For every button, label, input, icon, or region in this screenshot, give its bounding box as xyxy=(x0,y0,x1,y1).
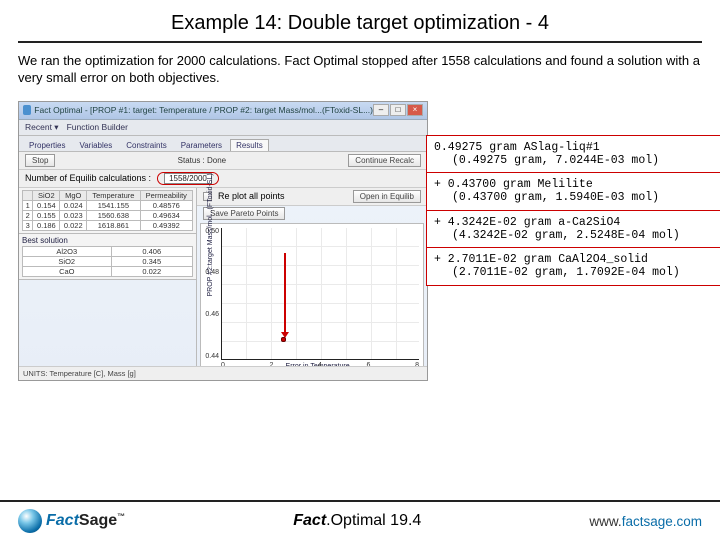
iterations-table: SiO2 MgO Temperature Permeability 10.154… xyxy=(22,190,193,231)
th-mgo: MgO xyxy=(60,190,87,200)
slide-footer: FactSage™ Fact.Optimal 19.4 www.factsage… xyxy=(0,500,720,540)
th-blank xyxy=(23,190,33,200)
menu-function-builder[interactable]: Function Builder xyxy=(67,122,128,132)
left-column: SiO2 MgO Temperature Permeability 10.154… xyxy=(19,188,197,380)
replot-label: Re plot all points xyxy=(218,191,285,201)
tab-constraints[interactable]: Constraints xyxy=(120,139,172,151)
table-row: SiO20.345 xyxy=(23,256,193,266)
solution-header: Best solution xyxy=(22,236,193,245)
app-window: Fact Optimal - [PROP #1: target: Tempera… xyxy=(18,101,428,381)
y-label: PROP #2:target Mass/mol...(FToxid-SL) xyxy=(207,174,214,297)
continue-button[interactable]: Continue Recalc xyxy=(348,154,421,167)
save-pareto-button[interactable]: Save Pareto Points xyxy=(203,207,285,220)
logo-fact: Fact xyxy=(46,512,79,529)
maximize-button[interactable]: □ xyxy=(390,104,406,116)
table-row: 10.1540.0241541.1550.48576 xyxy=(23,200,193,210)
factsage-logo: FactSage™ xyxy=(18,509,125,533)
table-row: CaO0.022 xyxy=(23,266,193,276)
logo-tm: ™ xyxy=(117,512,125,521)
plot-area: PROP #2:target Mass/mol...(FToxid-SL) Er… xyxy=(221,228,419,360)
table-row: Al2O30.406 xyxy=(23,246,193,256)
result-row: 0.49275 gram ASlag-liq#1 (0.49275 gram, … xyxy=(427,136,720,173)
chart: 0.50 0.48 0.46 0.44 PROP #2:target Mass/… xyxy=(200,223,424,377)
result-row: + 2.7011E-02 gram CaAl2O4_solid (2.7011E… xyxy=(427,248,720,284)
logo-sage: Sage xyxy=(79,512,117,529)
body-text: We ran the optimization for 2000 calcula… xyxy=(18,53,702,87)
th-sio2: SiO2 xyxy=(33,190,60,200)
menu-recent[interactable]: Recent ▾ xyxy=(25,122,59,133)
calc-label: Number of Equilib calculations : xyxy=(25,173,151,183)
table-row: 30.1860.0221618.8610.49392 xyxy=(23,220,193,230)
app-icon xyxy=(23,105,31,115)
status-label: Status : xyxy=(178,156,205,165)
tab-variables[interactable]: Variables xyxy=(73,139,118,151)
right-column: Re plot all points Open in Equilib Save … xyxy=(197,188,427,380)
calc-row: Number of Equilib calculations : 1558/20… xyxy=(19,170,427,188)
menubar: Recent ▾ Function Builder xyxy=(19,120,427,136)
close-button[interactable]: × xyxy=(407,104,423,116)
status-value: Done xyxy=(207,156,226,165)
result-row: + 0.43700 gram Melilite (0.43700 gram, 1… xyxy=(427,173,720,210)
tab-results[interactable]: Results xyxy=(230,139,269,151)
status-row: Stop Status : Done Continue Recalc xyxy=(19,152,427,170)
th-temp: Temperature xyxy=(87,190,140,200)
units-footer: UNITS: Temperature [C], Mass [g] xyxy=(19,366,427,380)
solution-table: Al2O30.406 SiO20.345 CaO0.022 xyxy=(22,246,193,277)
stop-button[interactable]: Stop xyxy=(25,154,55,167)
th-perm: Permeability xyxy=(140,190,192,200)
url: www.factsage.com xyxy=(589,514,702,529)
window-title: Fact Optimal - [PROP #1: target: Tempera… xyxy=(34,105,373,115)
results-box: 0.49275 gram ASlag-liq#1 (0.49275 gram, … xyxy=(426,135,720,286)
calc-value: 1558/2000 xyxy=(164,173,212,184)
open-equilib-button[interactable]: Open in Equilib xyxy=(353,190,421,203)
content-area: Fact Optimal - [PROP #1: target: Tempera… xyxy=(18,101,702,411)
minimize-button[interactable]: – xyxy=(373,104,389,116)
product-name: Fact.Optimal 19.4 xyxy=(293,512,421,530)
table-row: 20.1550.0231560.6380.49634 xyxy=(23,210,193,220)
tab-properties[interactable]: Properties xyxy=(23,139,71,151)
titlebar: Fact Optimal - [PROP #1: target: Tempera… xyxy=(19,102,427,120)
tab-parameters[interactable]: Parameters xyxy=(175,139,228,151)
slide-title: Example 14: Double target optimization -… xyxy=(18,12,702,43)
data-point xyxy=(281,337,286,342)
result-row: + 4.3242E-02 gram a-Ca2SiO4 (4.3242E-02 … xyxy=(427,211,720,248)
annotation-arrow xyxy=(284,253,286,333)
tab-strip: Properties Variables Constraints Paramet… xyxy=(19,136,427,152)
logo-globe-icon xyxy=(18,509,42,533)
